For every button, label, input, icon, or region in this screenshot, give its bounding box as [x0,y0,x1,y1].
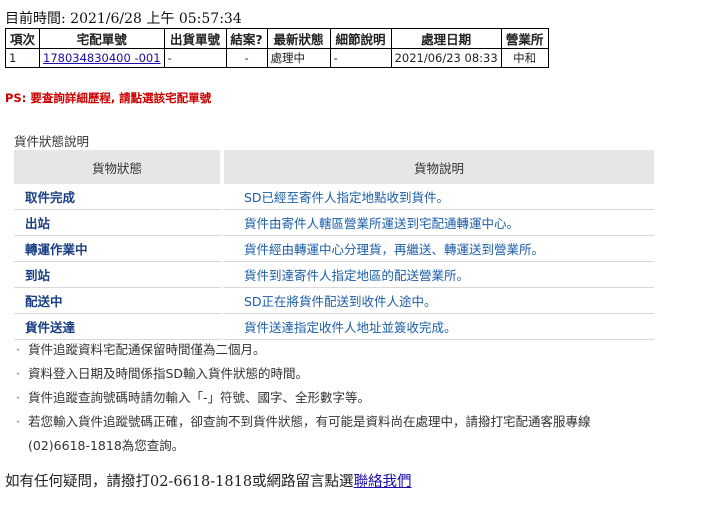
cell-date: 2021/06/23 08:33 [390,48,502,68]
note-item: · 資料登入日期及時間係指SD輸入貨件狀態的時間。 [14,362,694,386]
current-time: 目前時間: 2021/6/28 上午 05:57:34 [5,11,242,27]
cell-shipment-no: - [163,48,227,68]
note-text: 若您輸入貨件追蹤號碼正確，卻查詢不到貨件狀態，有可能是資料尚在處理中，請撥打宅配… [28,414,591,429]
note-text: 資料登入日期及時間係指SD輸入貨件狀態的時間。 [28,366,309,381]
legend-row: 配送中 SD正在將貨件配送到收件人途中。 [14,288,654,314]
legend-status-desc: 貨件經由轉運中心分理貨，再繼送、轉運送到營業所。 [224,236,654,262]
header-status: 最新狀態 [266,28,331,49]
header-index: 項次 [5,28,40,49]
note-item: · 若您輸入貨件追蹤號碼正確，卻查詢不到貨件狀態，有可能是資料尚在處理中，請撥打宅… [14,410,694,458]
contact-line: 如有任何疑問，請撥打02-6618-1818或網路留言點選聯絡我們 [5,470,412,491]
legend-status-name: 轉運作業中 [14,236,224,262]
note-text-continued: (02)6618-1818為您查詢。 [28,438,185,453]
notes-list: · 貨件追蹤資料宅配通保留時間僅為二個月。 · 資料登入日期及時間係指SD輸入貨件狀… [14,338,694,458]
cell-tracking-no: 178034830400 -001 [39,48,165,68]
legend-status-desc: SD已經至寄件人指定地點收到貨件。 [224,184,654,210]
legend-header-row: 貨物狀態 貨物說明 [14,150,654,184]
legend-status-desc: 貨件送達指定收件人地址並簽收完成。 [224,314,654,340]
note-text: 貨件追蹤資料宅配通保留時間僅為二個月。 [28,342,266,357]
legend-row: 到站 貨件到達寄件人指定地區的配送營業所。 [14,262,654,288]
legend-status-desc: 貨件到達寄件人指定地區的配送營業所。 [224,262,654,288]
legend-status-name: 到站 [14,262,224,288]
legend-status-name: 配送中 [14,288,224,314]
note-item: · 貨件追蹤查詢號碼時請勿輸入「-」符號、國字、全形數字等。 [14,386,694,410]
legend-row: 出站 貨件由寄件人轄區營業所運送到宅配通轉運中心。 [14,210,654,236]
bullet-icon: · [16,414,20,429]
header-shipment-no: 出貨單號 [163,28,227,49]
contact-text: 如有任何疑問，請撥打02-6618-1818或網路留言點選 [5,474,354,490]
cell-office: 中和 [500,48,549,68]
contact-us-link[interactable]: 聯絡我們 [354,474,412,490]
header-tracking-no: 宅配單號 [39,28,165,49]
legend-row: 貨件送達 貨件送達指定收件人地址並簽收完成。 [14,314,654,340]
status-legend-table: 貨物狀態 貨物說明 取件完成 SD已經至寄件人指定地點收到貨件。 出站 貨件由寄… [14,150,654,340]
bullet-icon: · [16,342,20,357]
legend-header-desc: 貨物說明 [224,150,654,184]
header-detail: 細節說明 [329,28,392,49]
tracking-header-row: 項次 宅配單號 出貨單號 結案? 最新狀態 細節說明 處理日期 營業所 [5,28,549,49]
tracking-table: 項次 宅配單號 出貨單號 結案? 最新狀態 細節說明 處理日期 營業所 1 17… [5,28,549,68]
legend-status-name: 貨件送達 [14,314,224,340]
legend-title: 貨件狀態說明 [14,134,90,149]
header-date: 處理日期 [390,28,502,49]
legend-header-status: 貨物狀態 [14,150,224,184]
header-closed: 結案? [225,28,268,49]
tracking-number-link[interactable]: 178034830400 -001 [43,51,161,65]
legend-status-desc: SD正在將貨件配送到收件人途中。 [224,288,654,314]
cell-status: 處理中 [266,48,331,68]
note-item: · 貨件追蹤資料宅配通保留時間僅為二個月。 [14,338,694,362]
bullet-icon: · [16,390,20,405]
header-office: 營業所 [500,28,549,49]
legend-row: 轉運作業中 貨件經由轉運中心分理貨，再繼送、轉運送到營業所。 [14,236,654,262]
cell-index: 1 [5,48,40,68]
cell-detail: - [329,48,392,68]
legend-status-name: 出站 [14,210,224,236]
cell-closed: - [225,48,268,68]
legend-row: 取件完成 SD已經至寄件人指定地點收到貨件。 [14,184,654,210]
legend-status-name: 取件完成 [14,184,224,210]
legend-status-desc: 貨件由寄件人轄區營業所運送到宅配通轉運中心。 [224,210,654,236]
bullet-icon: · [16,366,20,381]
ps-note: PS: 要查詢詳細歷程, 請點選該宅配單號 [5,91,212,105]
note-text: 貨件追蹤查詢號碼時請勿輸入「-」符號、國字、全形數字等。 [28,390,371,405]
tracking-row: 1 178034830400 -001 - - 處理中 - 2021/06/23… [5,48,549,68]
